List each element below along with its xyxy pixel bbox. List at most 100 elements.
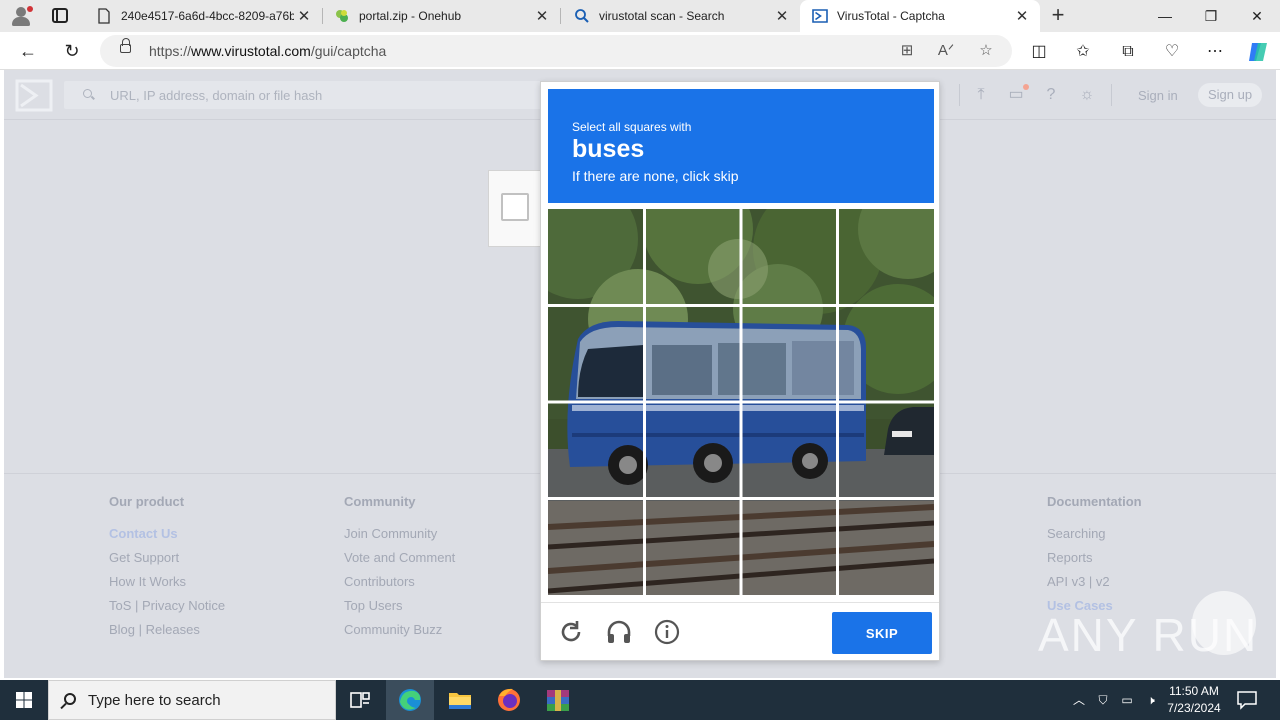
split-screen-icon[interactable]: ◫: [1028, 41, 1050, 63]
tab-title: portal.zip - Onehub: [359, 9, 462, 23]
theme-toggle-icon[interactable]: ☼: [1076, 84, 1098, 106]
onehub-icon: [336, 10, 348, 22]
footer-link[interactable]: Vote and Comment: [344, 549, 455, 573]
edge-browser-icon[interactable]: [386, 680, 434, 720]
sign-up-button[interactable]: Sign up: [1198, 83, 1262, 107]
captcha-tile[interactable]: [548, 209, 644, 305]
captcha-tile[interactable]: [548, 402, 644, 498]
captcha-image-grid: [548, 209, 934, 595]
audio-challenge-icon[interactable]: [605, 618, 633, 646]
tab-virustotal[interactable]: VirusTotal - Captcha ✕: [800, 0, 1040, 32]
footer-link[interactable]: Get Support: [109, 549, 225, 573]
target-object-label: buses: [572, 135, 645, 163]
address-bar[interactable]: https://www.virustotal.com/gui/captcha ⊞…: [100, 35, 1012, 67]
close-tab-icon[interactable]: ✕: [1012, 7, 1032, 25]
favorite-star-icon[interactable]: ☆: [976, 41, 996, 61]
footer-link[interactable]: Community Buzz: [344, 621, 455, 645]
minimize-button[interactable]: —: [1142, 0, 1188, 32]
tab-onehub[interactable]: portal.zip - Onehub ✕: [322, 0, 560, 32]
reload-challenge-icon[interactable]: [557, 618, 585, 646]
footer-link[interactable]: Searching: [1047, 525, 1142, 549]
captcha-instructions-banner: Select all squares with buses If there a…: [548, 89, 934, 203]
new-tab-button[interactable]: +: [1046, 3, 1070, 27]
sign-in-link[interactable]: Sign in: [1138, 88, 1178, 103]
captcha-checkbox[interactable]: [501, 193, 529, 221]
captcha-tile[interactable]: [645, 402, 741, 498]
footer-link[interactable]: ToS | Privacy Notice: [109, 597, 225, 621]
captcha-challenge-dialog: Select all squares with buses If there a…: [540, 81, 940, 661]
captcha-tile[interactable]: [741, 306, 837, 402]
app-available-icon[interactable]: ⊞: [897, 41, 917, 61]
skip-button[interactable]: SKIP: [832, 612, 932, 654]
tab-document[interactable]: 240e4517-6a6d-4bcc-8209-a76bb ✕: [84, 0, 322, 32]
watermark-badge: [1192, 591, 1256, 655]
winrar-icon[interactable]: [534, 680, 582, 720]
action-center-icon[interactable]: [1236, 690, 1258, 710]
favorites-icon[interactable]: ✩: [1072, 41, 1094, 63]
taskbar-search-placeholder: Type here to search: [88, 692, 221, 709]
firefox-icon[interactable]: [485, 680, 533, 720]
lock-icon[interactable]: [120, 38, 131, 53]
address-text[interactable]: https://www.virustotal.com/gui/captcha: [149, 43, 386, 59]
captcha-tile[interactable]: [838, 402, 934, 498]
footer-link[interactable]: Reports: [1047, 549, 1142, 573]
captcha-tile[interactable]: [838, 306, 934, 402]
footer-link[interactable]: Blog | Releases: [109, 621, 225, 645]
close-tab-icon[interactable]: ✕: [772, 7, 792, 25]
system-clock[interactable]: 11:50 AM 7/23/2024: [1160, 683, 1228, 717]
collections-icon[interactable]: ⧉: [1117, 41, 1139, 63]
captcha-tile[interactable]: [548, 499, 644, 595]
more-menu-icon[interactable]: ⋯: [1204, 41, 1226, 63]
captcha-tile[interactable]: [838, 499, 934, 595]
back-icon[interactable]: ←: [17, 40, 39, 62]
task-view-icon[interactable]: [336, 680, 384, 720]
captcha-tile[interactable]: [741, 402, 837, 498]
info-icon[interactable]: [653, 618, 681, 646]
footer-heading: Documentation: [1047, 494, 1142, 509]
footer-link[interactable]: How It Works: [109, 573, 225, 597]
tab-actions-icon[interactable]: [52, 8, 68, 23]
close-tab-icon[interactable]: ✕: [294, 7, 314, 25]
virustotal-icon: [812, 9, 828, 23]
virustotal-logo[interactable]: [15, 79, 53, 112]
tab-search[interactable]: virustotal scan - Search ✕: [562, 0, 800, 32]
copilot-icon[interactable]: [1246, 41, 1270, 63]
clock-time: 11:50 AM: [1169, 684, 1219, 698]
captcha-tile[interactable]: [645, 306, 741, 402]
browser-tabstrip: 240e4517-6a6d-4bcc-8209-a76bb ✕ portal.z…: [0, 0, 1280, 32]
file-explorer-icon[interactable]: [436, 680, 484, 720]
footer-heading: Our product: [109, 494, 185, 509]
windows-taskbar: Type here to search ︿ ⛉ ▭ 🕨 11:50 AM 7/2…: [0, 680, 1280, 720]
footer-link[interactable]: Join Community: [344, 525, 455, 549]
captcha-tile[interactable]: [838, 209, 934, 305]
captcha-tile[interactable]: [645, 209, 741, 305]
footer-link[interactable]: API v3 | v2: [1047, 573, 1142, 597]
close-window-button[interactable]: ✕: [1234, 0, 1280, 32]
show-hidden-icons[interactable]: ︿: [1070, 680, 1088, 720]
footer-link[interactable]: Contributors: [344, 573, 455, 597]
captcha-tile[interactable]: [741, 209, 837, 305]
document-icon: [98, 8, 110, 24]
captcha-tile[interactable]: [741, 499, 837, 595]
network-icon[interactable]: ▭: [1117, 680, 1137, 720]
search-icon: [64, 693, 76, 705]
profile-icon[interactable]: [10, 6, 33, 26]
browser-essentials-icon[interactable]: ♡: [1161, 41, 1183, 63]
help-icon[interactable]: ?: [1040, 84, 1062, 106]
restore-button[interactable]: ❐: [1188, 0, 1234, 32]
windows-start-icon[interactable]: [0, 680, 48, 720]
close-tab-icon[interactable]: ✕: [532, 7, 552, 25]
captcha-tile[interactable]: [645, 499, 741, 595]
captcha-anchor-widget: [488, 170, 544, 247]
tab-title: virustotal scan - Search: [599, 9, 725, 23]
taskbar-search-box[interactable]: Type here to search: [48, 680, 336, 720]
footer-link[interactable]: Top Users: [344, 597, 455, 621]
refresh-icon[interactable]: ↻: [61, 40, 83, 62]
captcha-tile[interactable]: [548, 306, 644, 402]
volume-icon[interactable]: 🕨: [1141, 680, 1161, 720]
upload-icon[interactable]: ⤒: [970, 84, 992, 106]
read-aloud-icon[interactable]: Aᐟ: [936, 41, 956, 61]
antivirus-tray-icon[interactable]: ⛉: [1094, 680, 1112, 720]
skip-hint-text: If there are none, click skip: [572, 168, 739, 184]
footer-link[interactable]: Contact Us: [109, 525, 225, 549]
